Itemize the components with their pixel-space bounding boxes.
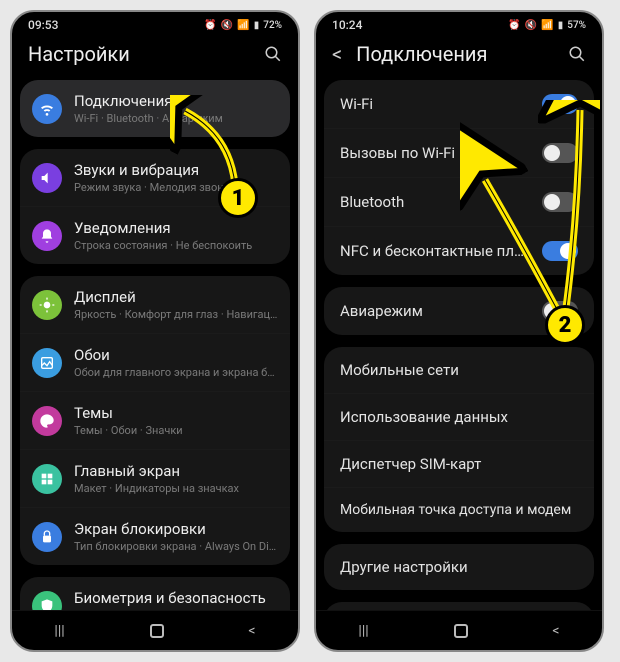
row-hotspot[interactable]: Мобильная точка доступа и модем	[324, 487, 594, 532]
page-title: Подключения	[356, 42, 487, 66]
row-label: Wi-Fi	[340, 95, 373, 113]
item-subtitle: Яркость · Комфорт для глаз · Навигационн…	[74, 308, 278, 321]
row-label: Мобильные сети	[340, 361, 459, 379]
battery-icon: ▮	[558, 20, 564, 31]
card-other: Другие настройки	[324, 544, 594, 590]
item-subtitle: Макет · Индикаторы на значках	[74, 482, 278, 495]
home-icon	[32, 464, 62, 494]
toggle-bluetooth[interactable]	[542, 192, 578, 212]
signal-icon: 📶	[237, 20, 249, 31]
toggle-wifi[interactable]	[542, 94, 578, 114]
item-title: Темы	[74, 404, 278, 422]
alarm-icon: ⏰	[204, 20, 216, 31]
search-icon[interactable]	[568, 45, 586, 63]
statusbar: 09:53 ⏰ 🔇 📶 ▮ 72%	[12, 12, 298, 34]
row-other-settings[interactable]: Другие настройки	[324, 544, 594, 590]
item-title: Звуки и вибрация	[74, 161, 278, 179]
row-label: Другие настройки	[340, 558, 468, 576]
item-display[interactable]: Дисплей Яркость · Комфорт для глаз · Нави…	[20, 276, 290, 333]
wifi-icon	[32, 94, 62, 124]
item-subtitle: Обои для главного экрана и экрана блокир…	[74, 366, 278, 379]
item-subtitle: Тип блокировки экрана · Always On Displa…	[74, 540, 278, 553]
alarm-icon: ⏰	[508, 20, 520, 31]
nav-recent-icon[interactable]: |||	[358, 623, 368, 639]
card-search-other: Ищете что-то другое? Samsung Cloud	[324, 602, 594, 610]
item-title: Дисплей	[74, 288, 278, 306]
row-wifi[interactable]: Wi-Fi	[324, 80, 594, 128]
row-label: Диспетчер SIM-карт	[340, 455, 481, 473]
mute-icon: 🔇	[525, 20, 537, 31]
item-home[interactable]: Главный экран Макет · Индикаторы на значк…	[20, 449, 290, 507]
item-title: Экран блокировки	[74, 520, 278, 538]
phone-left: 09:53 ⏰ 🔇 📶 ▮ 72% Настройки Подключения …	[10, 10, 300, 652]
navbar: ||| <	[12, 610, 298, 650]
item-connections[interactable]: Подключения Wi-Fi · Bluetooth · Авиарежи…	[20, 80, 290, 137]
search-icon[interactable]	[264, 45, 282, 63]
row-data-usage[interactable]: Использование данных	[324, 393, 594, 440]
toggle-wificalls[interactable]	[542, 143, 578, 163]
row-label: Bluetooth	[340, 193, 404, 211]
card-toggles-1: Wi-Fi Вызовы по Wi-Fi Bluetooth NFC и бе…	[324, 80, 594, 275]
row-label: NFC и бесконтактные платежи	[340, 242, 530, 260]
display-icon	[32, 290, 62, 320]
back-icon[interactable]: <	[332, 42, 342, 66]
statusbar: 10:24 ⏰ 🔇 📶 ▮ 57%	[316, 12, 602, 34]
nav-recent-icon[interactable]: |||	[54, 623, 64, 639]
row-wificalls[interactable]: Вызовы по Wi-Fi	[324, 128, 594, 177]
row-label: Использование данных	[340, 408, 508, 426]
wallpaper-icon	[32, 348, 62, 378]
connections-header: < Подключения	[316, 34, 602, 80]
row-label: Авиарежим	[340, 302, 423, 320]
marker-1: 1	[218, 178, 258, 218]
row-label: Мобильная точка доступа и модем	[340, 502, 571, 518]
search-other-label: Ищете что-то другое?	[324, 602, 594, 610]
themes-icon	[32, 406, 62, 436]
item-subtitle: Wi-Fi · Bluetooth · Авиарежим	[74, 112, 278, 125]
card-connections: Подключения Wi-Fi · Bluetooth · Авиарежи…	[20, 80, 290, 137]
item-biometrics[interactable]: Биометрия и безопасностьРаспознавание ли…	[20, 577, 290, 610]
row-label: Вызовы по Wi-Fi	[340, 144, 455, 162]
lock-icon	[32, 522, 62, 552]
nav-home-icon[interactable]	[454, 624, 468, 638]
card-network: Мобильные сети Использование данных Дисп…	[324, 347, 594, 532]
row-nfc[interactable]: NFC и бесконтактные платежи	[324, 226, 594, 275]
marker-2: 2	[545, 305, 585, 345]
status-time: 09:53	[28, 18, 58, 32]
signal-icon: 📶	[541, 20, 553, 31]
item-subtitle: Строка состояния · Не беспокоить	[74, 239, 278, 252]
connections-list: Wi-Fi Вызовы по Wi-Fi Bluetooth NFC и бе…	[316, 80, 602, 610]
bell-icon	[32, 221, 62, 251]
item-subtitle: Темы · Обои · Значки	[74, 424, 278, 437]
status-right: ⏰ 🔇 📶 ▮ 57%	[508, 20, 586, 31]
card-biometrics: Биометрия и безопасностьРаспознавание ли…	[20, 577, 290, 610]
row-sim-manager[interactable]: Диспетчер SIM-карт	[324, 440, 594, 487]
item-lockscreen[interactable]: Экран блокировки Тип блокировки экрана · …	[20, 507, 290, 565]
row-mobile-networks[interactable]: Мобильные сети	[324, 347, 594, 393]
navbar: ||| <	[316, 610, 602, 650]
status-right: ⏰ 🔇 📶 ▮ 72%	[204, 20, 282, 31]
shield-icon	[32, 591, 62, 611]
item-title: Главный экран	[74, 462, 278, 480]
nav-back-icon[interactable]: <	[248, 623, 255, 639]
row-bluetooth[interactable]: Bluetooth	[324, 177, 594, 226]
nav-home-icon[interactable]	[150, 624, 164, 638]
sound-icon	[32, 163, 62, 193]
settings-header: Настройки	[12, 34, 298, 80]
item-text: Подключения Wi-Fi · Bluetooth · Авиарежи…	[74, 92, 278, 125]
page-title: Настройки	[28, 42, 130, 66]
settings-list: Подключения Wi-Fi · Bluetooth · Авиарежи…	[12, 80, 298, 610]
item-title: Биометрия и безопасность	[74, 589, 278, 607]
battery-icon: ▮	[254, 20, 260, 31]
item-title: Уведомления	[74, 219, 278, 237]
item-title: Подключения	[74, 92, 278, 110]
item-notifications[interactable]: Уведомления Строка состояния · Не беспоко…	[20, 206, 290, 264]
toggle-nfc[interactable]	[542, 241, 578, 261]
status-time: 10:24	[332, 18, 362, 32]
item-themes[interactable]: Темы Темы · Обои · Значки	[20, 391, 290, 449]
mute-icon: 🔇	[221, 20, 233, 31]
nav-back-icon[interactable]: <	[552, 623, 559, 639]
item-wallpaper[interactable]: Обои Обои для главного экрана и экрана бл…	[20, 333, 290, 391]
item-title: Обои	[74, 346, 278, 364]
card-display-group: Дисплей Яркость · Комфорт для глаз · Нави…	[20, 276, 290, 565]
